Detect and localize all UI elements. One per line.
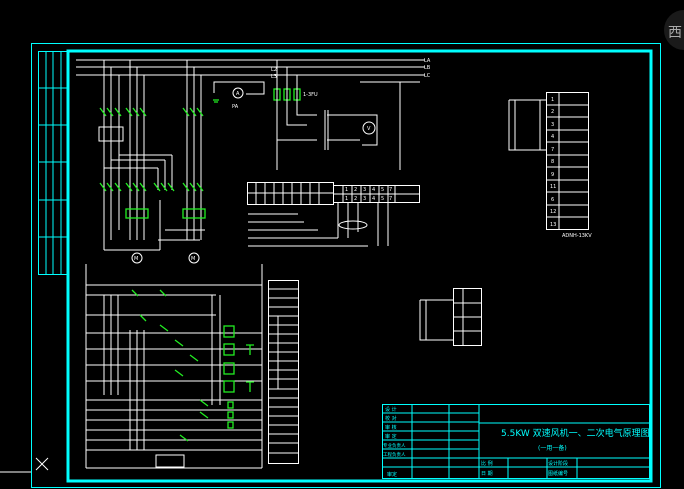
svg-text:7: 7 — [551, 147, 554, 153]
svg-text:M: M — [134, 256, 138, 262]
svg-text:日 期: 日 期 — [481, 471, 493, 477]
svg-text:8: 8 — [551, 159, 554, 165]
svg-text:设 计: 设 计 — [385, 406, 397, 413]
legend-table — [268, 280, 299, 464]
svg-text:L2: L2 — [271, 67, 277, 73]
svg-text:校 对: 校 对 — [385, 415, 397, 422]
svg-text:3: 3 — [551, 122, 554, 128]
svg-text:3: 3 — [363, 196, 366, 202]
circuit-breakers — [99, 107, 206, 219]
controller-terminal-numbers: 1 2 3 4 7 8 9 11 6 12 13 ADNH-13KV — [550, 97, 592, 239]
compass-west-label: 西 — [668, 25, 682, 41]
control-circuit — [85, 264, 263, 469]
svg-text:LC: LC — [424, 73, 431, 79]
title-block — [382, 404, 650, 479]
svg-text:1: 1 — [551, 97, 554, 103]
drawing-title: 5.5KW 双速风机一、二次电气原理图 — [501, 427, 650, 439]
voltmeter-icon: V — [324, 110, 378, 150]
drawing-subtitle: (一用一备) — [538, 444, 567, 452]
svg-text:审定: 审定 — [387, 471, 397, 478]
outer-frame — [31, 43, 661, 488]
svg-text:LB: LB — [424, 65, 431, 71]
svg-text:设计阶段: 设计阶段 — [548, 460, 568, 467]
svg-text:13: 13 — [550, 222, 556, 228]
controller-terminal-strip — [508, 92, 589, 230]
svg-text:5: 5 — [381, 196, 384, 202]
terminal-table — [247, 182, 420, 247]
sensor-terminal-block — [419, 288, 482, 346]
svg-text:审 定: 审 定 — [385, 433, 397, 440]
svg-text:工程负责人: 工程负责人 — [383, 451, 406, 458]
svg-text:A: A — [236, 91, 240, 97]
svg-text:4: 4 — [551, 134, 554, 140]
svg-text:4: 4 — [372, 196, 375, 202]
svg-text:1: 1 — [345, 187, 348, 193]
ammeter-icon: A PA — [213, 81, 265, 110]
svg-text:比 例: 比 例 — [481, 460, 493, 467]
svg-text:1: 1 — [345, 196, 348, 202]
bus-labels: L2 L3 LA LB LC — [271, 58, 431, 80]
svg-text:7: 7 — [389, 187, 392, 193]
svg-text:L3: L3 — [271, 74, 277, 80]
svg-text:12: 12 — [550, 209, 556, 215]
svg-text:1-3FU: 1-3FU — [303, 92, 318, 98]
fuse-group: 1-3FU — [273, 60, 318, 170]
cad-drawing-canvas[interactable]: L2 L3 LA LB LC M M A PA 1-3FU V 1 2 3 4 … — [0, 0, 684, 489]
svg-text:4: 4 — [372, 187, 375, 193]
svg-text:2: 2 — [354, 187, 357, 193]
svg-text:图纸编号: 图纸编号 — [548, 470, 568, 477]
binding-strip — [38, 51, 68, 275]
svg-text:3: 3 — [363, 187, 366, 193]
svg-text:2: 2 — [354, 196, 357, 202]
svg-text:7: 7 — [389, 196, 392, 202]
motor-icon: M M — [131, 252, 200, 264]
ucs-icon — [0, 457, 49, 473]
svg-text:审 核: 审 核 — [385, 424, 397, 431]
svg-text:2: 2 — [551, 109, 554, 115]
svg-text:11: 11 — [550, 184, 556, 190]
feeder-lines — [103, 60, 205, 251]
svg-text:专业负责人: 专业负责人 — [383, 442, 406, 449]
svg-text:LA: LA — [424, 58, 431, 64]
svg-text:5: 5 — [381, 187, 384, 193]
svg-text:PA: PA — [232, 104, 239, 110]
svg-text:M: M — [191, 256, 195, 262]
svg-text:6: 6 — [551, 197, 554, 203]
svg-text:V: V — [367, 126, 371, 132]
svg-text:ADNH-13KV: ADNH-13KV — [562, 233, 592, 239]
svg-text:9: 9 — [551, 172, 554, 178]
